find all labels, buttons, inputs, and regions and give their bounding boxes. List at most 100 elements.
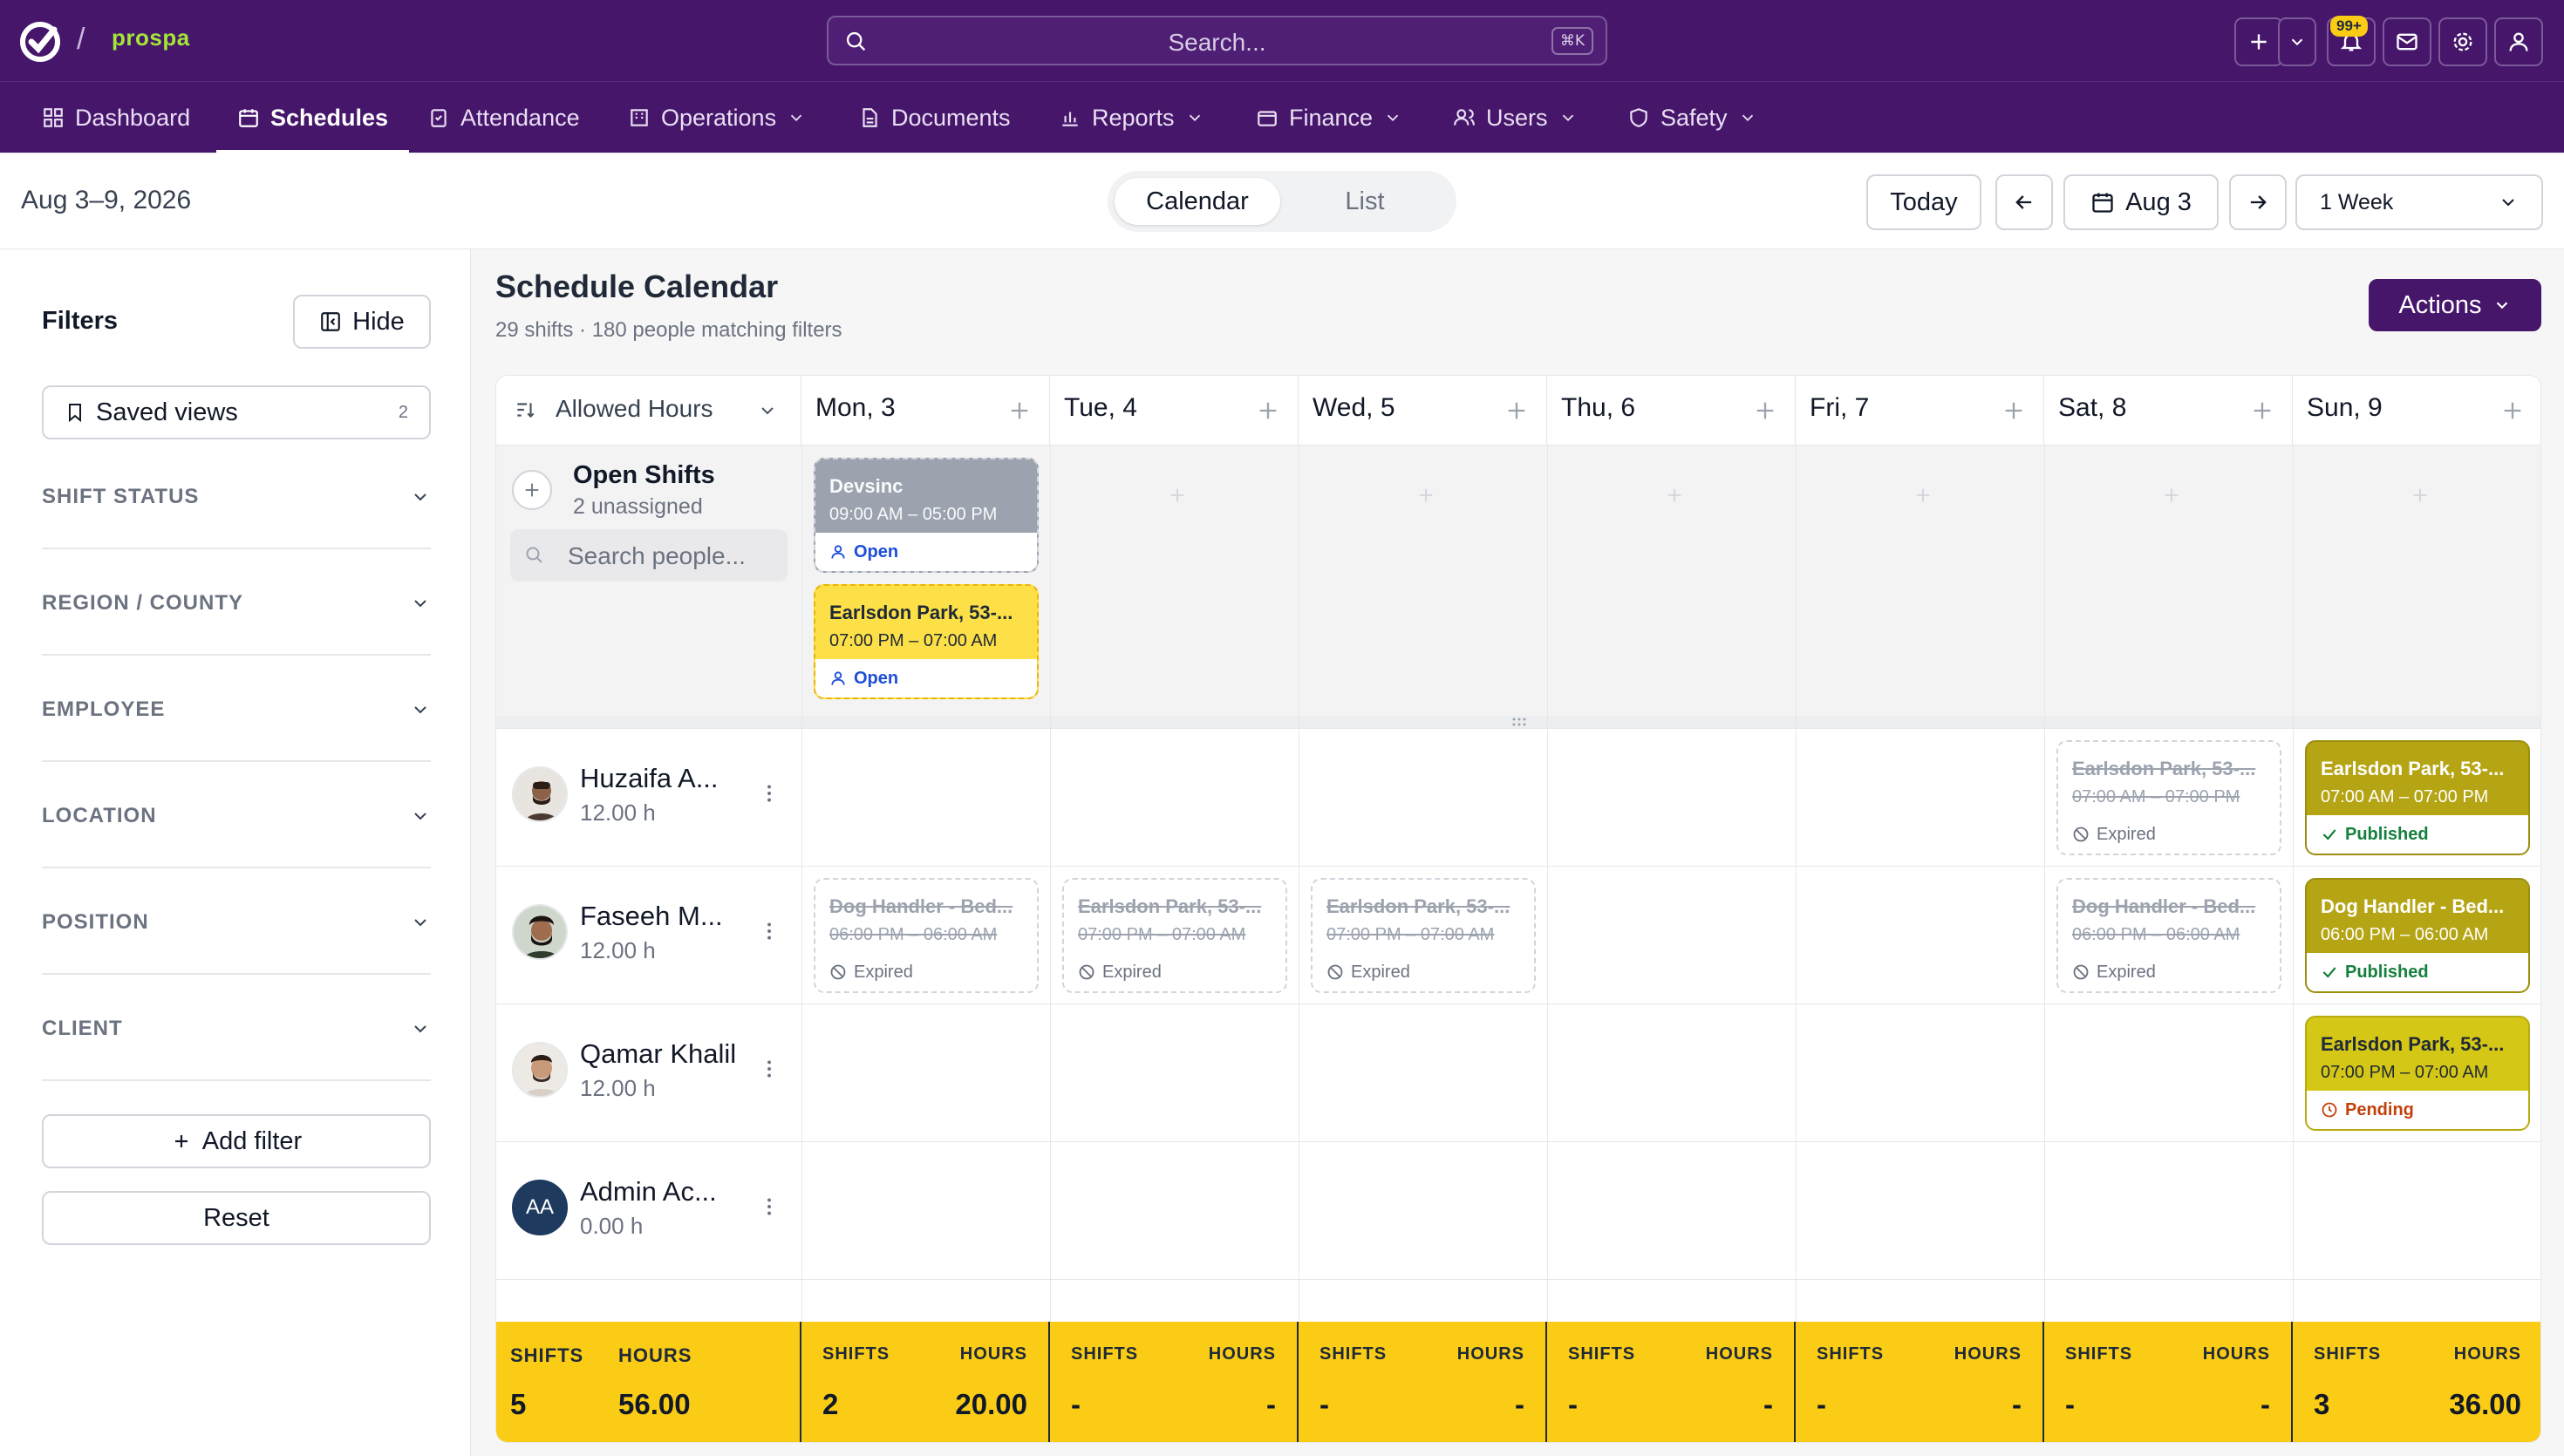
- range-select-value: 1 Week: [2320, 189, 2394, 214]
- add-shift-icon[interactable]: [1168, 486, 1187, 505]
- view-toggle: Calendar List: [1108, 171, 1456, 232]
- add-shift-icon[interactable]: [1753, 398, 1777, 423]
- tab-list[interactable]: List: [1282, 178, 1448, 225]
- hide-filters-button[interactable]: Hide: [293, 295, 431, 349]
- ban-icon: [2073, 827, 2089, 842]
- add-shift-icon[interactable]: [1256, 398, 1280, 423]
- summary-shifts-value: -: [1817, 1388, 1826, 1420]
- nav-finance[interactable]: Finance: [1256, 82, 1402, 153]
- drag-handle-icon[interactable]: [1510, 717, 1528, 727]
- filter-location[interactable]: LOCATION: [42, 762, 431, 868]
- create-dropdown-button[interactable]: [2278, 17, 2316, 66]
- people-search-input[interactable]: Search people...: [510, 529, 788, 582]
- add-shift-icon[interactable]: [1504, 398, 1529, 423]
- nav-schedules[interactable]: Schedules: [216, 82, 410, 153]
- messages-button[interactable]: [2383, 17, 2431, 66]
- employee-hours: 0.00 h: [580, 1213, 644, 1239]
- shift-time: 07:00 PM – 07:00 AM: [829, 631, 998, 650]
- shift-time: 07:00 AM – 07:00 PM: [2321, 787, 2489, 806]
- employee-row[interactable]: Faseeh M... 12.00 h: [496, 866, 801, 1004]
- shift-card[interactable]: Dog Handler - Bed... 06:00 PM – 06:00 AM…: [2305, 878, 2530, 993]
- add-shift-icon[interactable]: [1007, 398, 1032, 423]
- open-shift-card[interactable]: Earlsdon Park, 53-... 07:00 PM – 07:00 A…: [814, 584, 1039, 699]
- shift-title: Earlsdon Park, 53-...: [829, 602, 1013, 623]
- today-button[interactable]: Today: [1866, 174, 1981, 230]
- employee-row[interactable]: Qamar Khalil 12.00 h: [496, 1004, 801, 1141]
- users-icon: [1454, 109, 1475, 126]
- employee-row[interactable]: AA Admin Ac... 0.00 h: [496, 1141, 801, 1279]
- grid-line: [496, 866, 2540, 867]
- clock-icon: [2322, 1102, 2337, 1118]
- nav-documents[interactable]: Documents: [858, 82, 1011, 153]
- reset-button[interactable]: Reset: [42, 1191, 431, 1245]
- kebab-menu-icon[interactable]: [758, 1194, 781, 1220]
- add-shift-icon[interactable]: [1913, 486, 1933, 505]
- create-button[interactable]: [2234, 17, 2283, 66]
- sort-icon: [517, 403, 535, 418]
- shift-card[interactable]: Earlsdon Park, 53-... 07:00 PM – 07:00 A…: [1062, 878, 1287, 993]
- brand-name[interactable]: prospa: [112, 24, 190, 51]
- kebab-menu-icon[interactable]: [758, 918, 781, 944]
- shift-card[interactable]: Earlsdon Park, 53-... 07:00 PM – 07:00 A…: [2305, 1016, 2530, 1131]
- shift-status: Expired: [815, 953, 1037, 991]
- search-shortcut: ⌘K: [1551, 27, 1593, 55]
- settings-button[interactable]: [2438, 17, 2487, 66]
- add-shift-icon[interactable]: [2411, 486, 2430, 505]
- add-shift-icon[interactable]: [2250, 398, 2274, 423]
- nav-dashboard[interactable]: Dashboard: [42, 82, 190, 153]
- nav-operations[interactable]: Operations: [628, 82, 806, 153]
- shift-time: 07:00 PM – 07:00 AM: [2321, 1063, 2489, 1082]
- add-open-shift-button[interactable]: [512, 470, 552, 510]
- plus-icon: [525, 483, 539, 497]
- add-shift-icon[interactable]: [1665, 486, 1684, 505]
- ban-icon: [1327, 964, 1343, 980]
- nav-safety[interactable]: Safety: [1627, 82, 1757, 153]
- ban-icon: [2073, 964, 2089, 980]
- range-select[interactable]: 1 Week: [2295, 174, 2543, 230]
- add-filter-button[interactable]: Add filter: [42, 1114, 431, 1168]
- shift-card[interactable]: Earlsdon Park, 53-... 07:00 AM – 07:00 P…: [2056, 740, 2281, 855]
- date-picker-button[interactable]: Aug 3: [2063, 174, 2219, 230]
- filter-client[interactable]: CLIENT: [42, 975, 431, 1081]
- filter-shift-status[interactable]: SHIFT STATUS: [42, 443, 431, 549]
- tab-calendar[interactable]: Calendar: [1115, 178, 1280, 225]
- nav-users[interactable]: Users: [1453, 82, 1578, 153]
- next-week-button[interactable]: [2229, 174, 2287, 230]
- shift-card[interactable]: Earlsdon Park, 53-... 07:00 AM – 07:00 P…: [2305, 740, 2530, 855]
- open-shift-card[interactable]: Devsinc 09:00 AM – 05:00 PM Open: [814, 458, 1039, 573]
- day-label: Wed, 5: [1313, 393, 1395, 422]
- nav-label: Documents: [891, 104, 1011, 131]
- avatar: AA: [512, 1180, 568, 1235]
- kebab-menu-icon[interactable]: [758, 780, 781, 806]
- add-shift-icon[interactable]: [2162, 486, 2181, 505]
- shift-status: Pending: [2307, 1091, 2528, 1129]
- actions-button[interactable]: Actions: [2369, 279, 2541, 331]
- nav-reports[interactable]: Reports: [1059, 82, 1204, 153]
- chevron-down-icon: [414, 600, 426, 608]
- profile-button[interactable]: [2494, 17, 2543, 66]
- nav-attendance[interactable]: Attendance: [427, 82, 580, 153]
- sort-allowed-hours[interactable]: Allowed Hours: [496, 376, 801, 446]
- filter-position[interactable]: POSITION: [42, 868, 431, 975]
- employee-row[interactable]: Huzaifa A... 12.00 h: [496, 728, 801, 866]
- logo-check-icon[interactable]: [17, 19, 63, 65]
- filter-employee[interactable]: EMPLOYEE: [42, 656, 431, 762]
- kebab-menu-icon[interactable]: [758, 1056, 781, 1082]
- nav-label: Attendance: [460, 104, 580, 131]
- main-nav: Dashboard Schedules Attendance Operation…: [0, 82, 2564, 153]
- add-shift-icon[interactable]: [1416, 486, 1435, 505]
- shift-card[interactable]: Dog Handler - Bed... 06:00 PM – 06:00 AM…: [2056, 878, 2281, 993]
- add-shift-icon[interactable]: [2500, 398, 2525, 423]
- shift-card[interactable]: Dog Handler - Bed... 06:00 PM – 06:00 AM…: [814, 878, 1039, 993]
- shift-status-label: Expired: [1351, 962, 1410, 982]
- arrow-right-icon: [2250, 195, 2267, 209]
- search-bar[interactable]: Search... ⌘K: [827, 16, 1607, 65]
- add-shift-icon[interactable]: [2001, 398, 2026, 423]
- prev-week-button[interactable]: [1995, 174, 2053, 230]
- chevron-down-icon: [790, 114, 802, 122]
- filter-region-county[interactable]: REGION / COUNTY: [42, 549, 431, 656]
- day-header: Thu, 6: [1547, 376, 1796, 446]
- grid-line: [496, 728, 2540, 729]
- saved-views-button[interactable]: Saved views 2: [42, 385, 431, 439]
- shift-card[interactable]: Earlsdon Park, 53-... 07:00 PM – 07:00 A…: [1311, 878, 1536, 993]
